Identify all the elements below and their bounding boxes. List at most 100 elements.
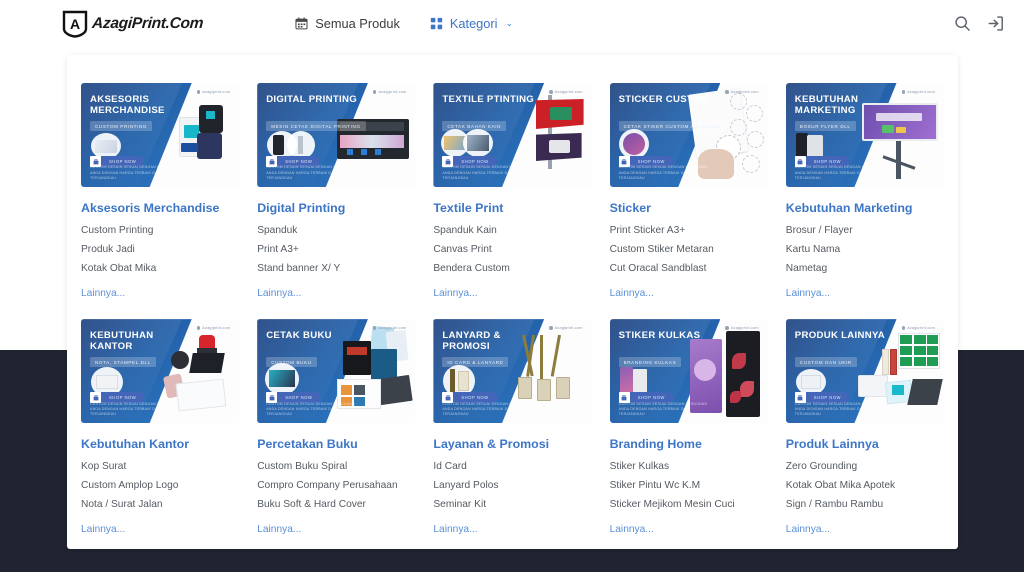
banner-footnote: CUSTOM DESAIN SESUAI DENGAN KEINGINAN AN…: [442, 402, 537, 418]
thumb-image: [623, 133, 645, 155]
header-actions: [954, 15, 1004, 32]
nav-item-kategori[interactable]: Kategori ⌄: [430, 16, 513, 31]
watermark-text: Azagiprint.com: [555, 90, 583, 94]
list-item[interactable]: Sign / Rambu Rambu: [786, 500, 944, 510]
category-banner[interactable]: Azagiprint.com STICKER CUSTOM CETAK STIK…: [610, 83, 768, 187]
list-item[interactable]: Kotak Obat Mika: [81, 264, 239, 274]
brand-name: AzagiPrint.Com: [91, 15, 203, 33]
list-item[interactable]: Print A3+: [257, 245, 415, 255]
list-item[interactable]: Canvas Print: [433, 245, 591, 255]
category-banner[interactable]: Azagiprint.com PRODUK LAINNYA CUSTOM DAN…: [786, 319, 944, 423]
card-item-list: Print Sticker A3+ Custom Stiker Metaran …: [610, 226, 768, 275]
card-more-link[interactable]: Lainnya...: [257, 524, 301, 535]
thumb-image-2: [467, 135, 489, 151]
thumb-image: [95, 140, 117, 153]
watermark-dot-icon: [725, 326, 729, 330]
card-more-link[interactable]: Lainnya...: [433, 288, 477, 299]
category-banner[interactable]: Azagiprint.com STIKER KULKAS BRANDING KU…: [610, 319, 768, 423]
brand-logo[interactable]: A AzagiPrint.Com: [62, 10, 203, 38]
thumb-image: [269, 370, 295, 387]
list-item[interactable]: Spanduk: [257, 226, 415, 236]
banner-subtitle: BOSUR FLYER DLL: [795, 121, 856, 131]
card-more-link[interactable]: Lainnya...: [433, 524, 477, 535]
category-banner[interactable]: Azagiprint.com KEBUTUHAN KANTOR NOTA, ST…: [81, 319, 239, 423]
card-item-list: Stiker Kulkas Stiker Pintu Wc K.M Sticke…: [610, 462, 768, 511]
search-icon[interactable]: [954, 15, 971, 32]
banner-product-thumb-2: [287, 131, 315, 159]
watermark-dot-icon: [902, 326, 906, 330]
banner-title: AKSESORIS MERCHANDISE: [90, 94, 182, 117]
category-card: Azagiprint.com KEBUTUHAN MARKETING BOSUR…: [784, 83, 946, 301]
list-item[interactable]: Sticker Mejikom Mesin Cuci: [610, 500, 768, 510]
category-banner[interactable]: Azagiprint.com DIGITAL PRINTING MESIN CE…: [257, 83, 415, 187]
login-icon[interactable]: [987, 15, 1004, 32]
list-item[interactable]: Bendera Custom: [433, 264, 591, 274]
banner-footnote: CUSTOM DESAIN SESUAI DENGAN KEINGINAN AN…: [442, 165, 537, 181]
card-more-link[interactable]: Lainnya...: [81, 524, 125, 535]
list-item[interactable]: Custom Amplop Logo: [81, 481, 239, 491]
banner-title: KEBUTUHAN KANTOR: [90, 330, 182, 353]
watermark-dot-icon: [549, 90, 553, 94]
list-item[interactable]: Nota / Surat Jalan: [81, 500, 239, 510]
card-item-list: Zero Grounding Kotak Obat Mika Apotek Si…: [786, 462, 944, 511]
list-item[interactable]: Stand banner X/ Y: [257, 264, 415, 274]
list-item[interactable]: Produk Jadi: [81, 245, 239, 255]
category-banner[interactable]: Azagiprint.com LANYARD & PROMOSI ID CARD…: [433, 319, 591, 423]
thumb-image-2: [298, 136, 303, 154]
card-more-link[interactable]: Lainnya...: [610, 524, 654, 535]
card-more-link[interactable]: Lainnya...: [610, 288, 654, 299]
watermark-text: Azagiprint.com: [907, 326, 935, 330]
card-title[interactable]: Produk Lainnya: [786, 437, 944, 453]
banner-footnote: CUSTOM DESAIN SESUAI DENGAN KEINGINAN AN…: [795, 165, 890, 181]
card-title[interactable]: Aksesoris Merchandise: [81, 201, 239, 217]
list-item[interactable]: Compro Company Perusahaan: [257, 481, 415, 491]
list-item[interactable]: Print Sticker A3+: [610, 226, 768, 236]
banner-subtitle: CETAK BAHAN KAIN: [442, 121, 506, 131]
category-banner[interactable]: Azagiprint.com CETAK BUKU CUSTOM BUKU SH…: [257, 319, 415, 423]
card-title[interactable]: Digital Printing: [257, 201, 415, 217]
card-more-link[interactable]: Lainnya...: [257, 288, 301, 299]
list-item[interactable]: Kop Surat: [81, 462, 239, 472]
watermark-dot-icon: [373, 90, 377, 94]
main-nav: Semua Produk Kategori ⌄: [295, 16, 513, 31]
list-item[interactable]: Brosur / Flayer: [786, 226, 944, 236]
thumb-image: [96, 375, 118, 389]
card-more-link[interactable]: Lainnya...: [81, 288, 125, 299]
nav-item-semua-produk[interactable]: Semua Produk: [295, 16, 400, 31]
card-title[interactable]: Kebutuhan Kantor: [81, 437, 239, 453]
banner-watermark: Azagiprint.com: [549, 90, 582, 94]
list-item[interactable]: Nametag: [786, 264, 944, 274]
list-item[interactable]: Stiker Pintu Wc K.M: [610, 481, 768, 491]
banner-footnote: CUSTOM DESAIN SESUAI DENGAN KEINGINAN AN…: [266, 165, 361, 181]
card-more-link[interactable]: Lainnya...: [786, 524, 830, 535]
card-title[interactable]: Sticker: [610, 201, 768, 217]
list-item[interactable]: Cut Oracal Sandblast: [610, 264, 768, 274]
card-title[interactable]: Kebutuhan Marketing: [786, 201, 944, 217]
banner-watermark: Azagiprint.com: [197, 90, 230, 94]
list-item[interactable]: Buku Soft & Hard Cover: [257, 500, 415, 510]
list-item[interactable]: Kartu Nama: [786, 245, 944, 255]
thumb-image: [801, 375, 821, 389]
card-more-link[interactable]: Lainnya...: [786, 288, 830, 299]
category-banner[interactable]: Azagiprint.com KEBUTUHAN MARKETING BOSUR…: [786, 83, 944, 187]
category-banner[interactable]: Azagiprint.com TEXTILE PTINTING CETAK BA…: [433, 83, 591, 187]
card-title[interactable]: Branding Home: [610, 437, 768, 453]
list-item[interactable]: Custom Buku Spiral: [257, 462, 415, 472]
banner-photo-flag-red: [536, 99, 584, 129]
list-item[interactable]: Custom Printing: [81, 226, 239, 236]
list-item[interactable]: Lanyard Polos: [433, 481, 591, 491]
banner-product-thumb: [619, 129, 649, 159]
list-item[interactable]: Zero Grounding: [786, 462, 944, 472]
list-item[interactable]: Kotak Obat Mika Apotek: [786, 481, 944, 491]
list-item[interactable]: Id Card: [433, 462, 591, 472]
list-item[interactable]: Spanduk Kain: [433, 226, 591, 236]
banner-watermark: Azagiprint.com: [902, 90, 935, 94]
card-title[interactable]: Textile Print: [433, 201, 591, 217]
list-item[interactable]: Seminar Kit: [433, 500, 591, 510]
list-item[interactable]: Stiker Kulkas: [610, 462, 768, 472]
category-banner[interactable]: Azagiprint.com AKSESORIS MERCHANDISE CUS…: [81, 83, 239, 187]
card-title[interactable]: Layanan & Promosi: [433, 437, 591, 453]
card-title[interactable]: Percetakan Buku: [257, 437, 415, 453]
watermark-text: Azagiprint.com: [731, 326, 759, 330]
list-item[interactable]: Custom Stiker Metaran: [610, 245, 768, 255]
